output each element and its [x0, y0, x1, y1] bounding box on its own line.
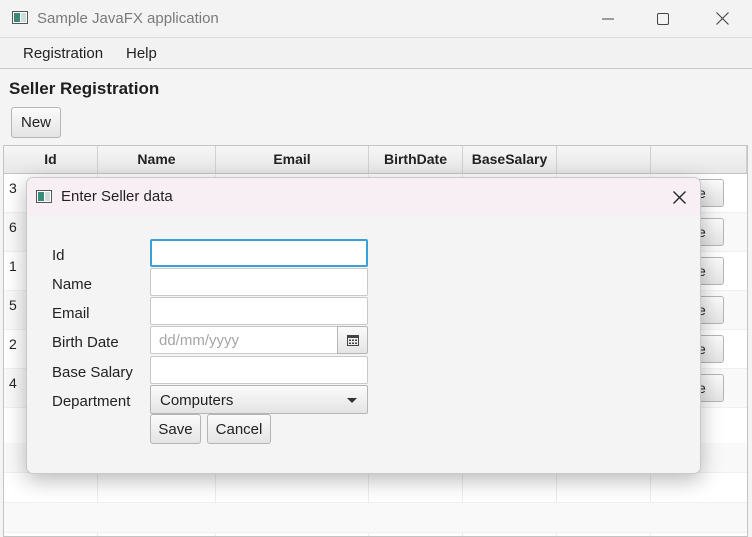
menu-registration[interactable]: Registration — [23, 45, 103, 62]
dialog-title: Enter Seller data — [61, 188, 173, 205]
dialog-close-button[interactable] — [666, 184, 692, 210]
window-titlebar: Sample JavaFX application — [0, 0, 752, 37]
save-button[interactable]: Save — [150, 414, 201, 444]
app-icon — [36, 190, 52, 203]
column-header-basesalary[interactable]: BaseSalary — [463, 146, 557, 173]
birth-date-label: Birth Date — [52, 334, 119, 351]
cell-id: 5 — [9, 297, 17, 313]
column-header-birthdate[interactable]: BirthDate — [369, 146, 463, 173]
id-label: Id — [52, 247, 65, 264]
empty-table-row — [4, 473, 747, 503]
column-header-name[interactable]: Name — [98, 146, 216, 173]
minimize-button[interactable] — [580, 0, 636, 37]
column-header-remove[interactable] — [651, 146, 747, 173]
chevron-down-icon — [347, 398, 357, 403]
cell-id: 4 — [9, 375, 17, 391]
cell-id: 3 — [9, 180, 17, 196]
column-header-id[interactable]: Id — [4, 146, 98, 173]
cell-id: 1 — [9, 258, 17, 274]
app-icon — [12, 11, 28, 24]
name-label: Name — [52, 276, 93, 293]
new-button[interactable]: New — [11, 107, 61, 138]
seller-form-dialog: Enter Seller data Id Name Email Birth Da… — [26, 177, 701, 474]
name-field[interactable] — [150, 268, 368, 296]
empty-table-row — [4, 503, 747, 533]
department-label: Department — [52, 393, 131, 410]
minimize-icon — [602, 18, 614, 19]
table-header: Id Name Email BirthDate BaseSalary — [4, 146, 747, 174]
close-window-button[interactable] — [694, 0, 750, 37]
menu-help[interactable]: Help — [126, 45, 157, 62]
base-salary-label: Base Salary — [52, 364, 133, 381]
window-title: Sample JavaFX application — [37, 10, 219, 27]
maximize-icon — [657, 12, 669, 25]
date-picker-button[interactable] — [337, 326, 368, 354]
base-salary-field[interactable] — [150, 356, 368, 384]
maximize-button[interactable] — [635, 0, 691, 37]
email-field[interactable] — [150, 297, 368, 325]
close-icon — [715, 12, 729, 25]
calendar-icon — [346, 334, 359, 346]
cancel-button[interactable]: Cancel — [207, 414, 271, 444]
menu-bar: Registration Help — [0, 37, 752, 69]
cell-id: 2 — [9, 336, 17, 352]
department-selected-value: Computers — [160, 392, 234, 409]
cell-id: 6 — [9, 219, 17, 235]
birth-date-field[interactable] — [150, 326, 338, 354]
column-header-edit[interactable] — [557, 146, 651, 173]
id-field[interactable] — [150, 239, 368, 267]
dialog-titlebar: Enter Seller data — [27, 178, 700, 216]
email-label: Email — [52, 305, 90, 322]
page-title: Seller Registration — [9, 79, 160, 98]
department-select[interactable]: Computers — [150, 385, 368, 414]
close-icon — [672, 190, 686, 204]
column-header-email[interactable]: Email — [216, 146, 369, 173]
